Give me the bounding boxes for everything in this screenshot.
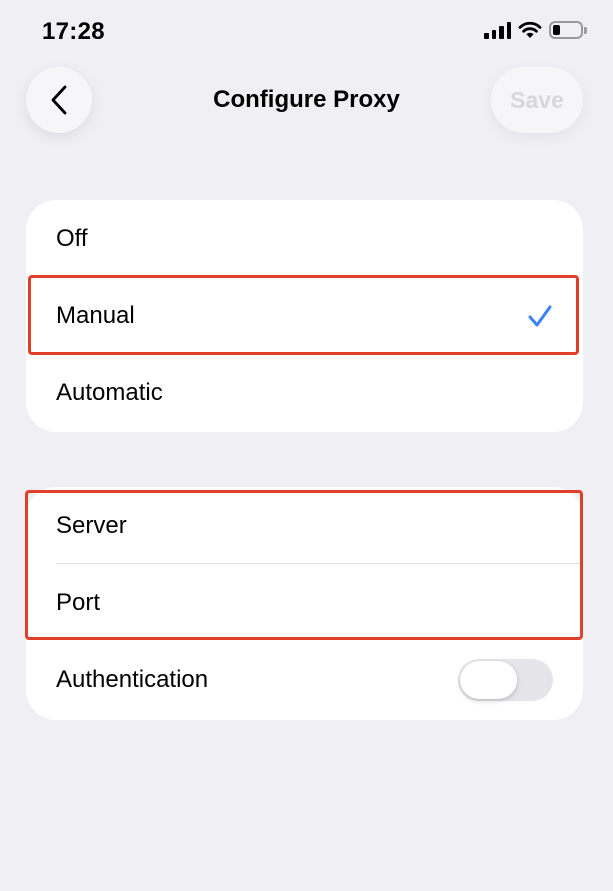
port-row[interactable]: Port [26,564,583,641]
port-label: Port [56,588,101,616]
cellular-signal-icon [484,21,511,39]
configure-proxy-screen: 17:28 Configure Proxy Save Off Manual Au… [0,0,613,891]
save-button[interactable]: Save [491,67,583,133]
proxy-mode-off[interactable]: Off [26,200,583,277]
proxy-mode-automatic-label: Automatic [56,378,163,406]
status-bar: 17:28 [0,0,613,60]
proxy-mode-manual[interactable]: Manual [26,277,583,354]
authentication-label: Authentication [56,665,209,693]
toggle-knob [460,660,517,699]
status-time: 17:28 [42,18,105,45]
proxy-mode-automatic[interactable]: Automatic [26,354,583,431]
proxy-mode-off-label: Off [56,224,88,252]
proxy-mode-manual-label: Manual [56,301,135,329]
battery-icon [549,21,587,39]
authentication-toggle[interactable] [458,658,553,701]
authentication-row: Authentication [26,641,583,718]
proxy-mode-list: Off Manual Automatic [26,200,583,432]
wifi-icon [518,21,542,38]
server-row[interactable]: Server [26,487,583,564]
checkmark-icon [527,304,553,328]
navigation-bar: Configure Proxy Save [0,60,613,140]
server-label: Server [56,511,127,539]
server-settings-list: Server Port Authentication [26,487,583,720]
status-icons [484,21,587,39]
